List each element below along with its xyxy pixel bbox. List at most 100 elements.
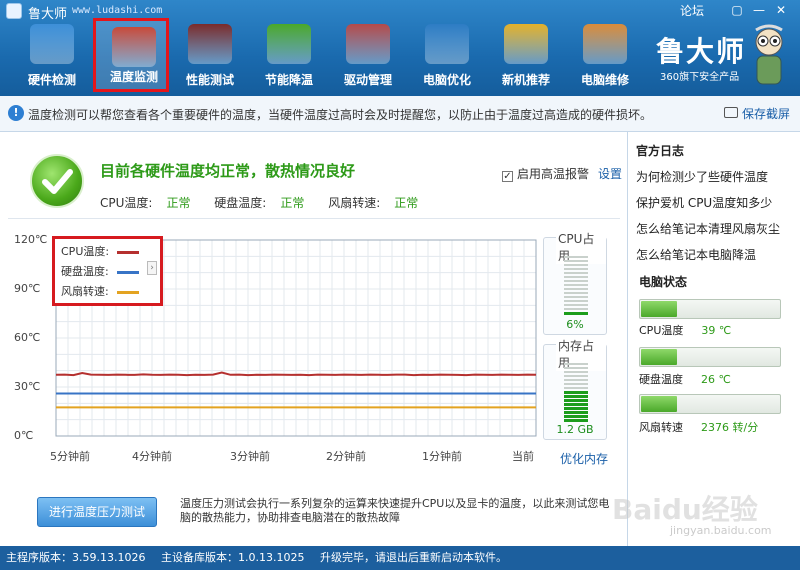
gauge-segment	[564, 407, 588, 410]
skin-icon[interactable]: ▢	[730, 3, 744, 17]
camera-icon[interactable]	[724, 107, 738, 118]
blog-link[interactable]: 保护爱机 CPU温度知多少	[636, 194, 772, 211]
y-tick-label: 30℃	[14, 380, 41, 393]
optimize-memory-link[interactable]: 优化内存	[560, 450, 608, 467]
y-tick-label: 120℃	[14, 233, 48, 246]
gauge-segment	[564, 375, 588, 377]
nav-item-label: 电脑维修	[580, 73, 629, 87]
gauge-segment	[564, 371, 588, 373]
memory-usage-gauge: 内存占用 1.2 GB	[543, 337, 607, 440]
gauge-segment	[564, 292, 588, 294]
y-tick-label: 60℃	[14, 331, 41, 344]
pc-status-title: 电脑状态	[639, 275, 688, 289]
fan-speed-bar	[639, 394, 781, 414]
chart-legend: CPU温度: 硬盘温度: 风扇转速: ›	[52, 236, 163, 306]
nav-item-label: 性能测试	[185, 73, 234, 87]
fan-speed-label: 风扇转速	[639, 421, 683, 434]
gauge-segment	[564, 387, 588, 389]
nav-item[interactable]: 温度监测	[93, 18, 169, 92]
legend-collapse-icon[interactable]: ›	[147, 261, 157, 275]
nav-item-label: 驱动管理	[343, 73, 392, 87]
cpu-temp-fill	[641, 301, 677, 317]
update-message: 升级完毕，请退出后重新启动本软件。	[319, 551, 507, 564]
speedometer-icon	[188, 24, 232, 64]
disk-temp-label: 硬盘温度	[639, 373, 683, 386]
disk-temp-row: 硬盘温度 26 ℃	[639, 371, 731, 387]
gauge-segment	[564, 379, 588, 381]
x-tick-label: 当前	[512, 450, 534, 463]
info-icon: !	[8, 105, 24, 121]
fan-speed-fill	[641, 396, 677, 412]
nav-item[interactable]: 驱动管理	[330, 18, 406, 92]
blog-title: 官方日志	[636, 144, 685, 158]
legend-fan-line	[117, 291, 139, 294]
brand-subtitle: 360旗下安全产品	[660, 72, 740, 83]
gauge-segment	[564, 391, 588, 394]
watermark-logo: Baidu经验	[612, 493, 758, 526]
nav-item[interactable]: 新机推荐	[488, 18, 564, 92]
nav-item-label: 新机推荐	[501, 73, 550, 87]
nav-item[interactable]: 电脑维修	[567, 18, 643, 92]
forum-link[interactable]: 论坛	[680, 2, 704, 19]
alarm-label: 启用高温报警	[517, 167, 590, 181]
nav-item-label: 电脑优化	[422, 73, 471, 87]
settings-link[interactable]: 设置	[598, 165, 622, 182]
nav-item[interactable]: 电脑优化	[409, 18, 485, 92]
blog-link[interactable]: 为何检测少了些硬件温度	[636, 168, 768, 185]
db-version: 主设备库版本：1.0.13.1025	[160, 551, 305, 564]
gauge-segment	[564, 268, 588, 270]
cpu-status-label: CPU温度:	[100, 196, 153, 210]
sidebar: 官方日志 为何检测少了些硬件温度 保护爱机 CPU温度知多少 怎么给笔记本清理风…	[629, 132, 800, 546]
monitor-magnifier-icon	[30, 24, 74, 64]
disk-temp-fill	[641, 349, 677, 365]
gauge-segment	[564, 419, 588, 422]
alarm-checkbox[interactable]: ✓	[502, 171, 513, 182]
clover-icon	[267, 24, 311, 64]
checkmark-icon	[30, 154, 84, 208]
close-icon[interactable]: ✕	[774, 3, 788, 17]
watermark-url: jingyan.baidu.com	[670, 524, 772, 537]
gauge-segment	[564, 399, 588, 402]
gauge-segment	[564, 272, 588, 274]
info-text: 温度检测可以帮您查看各个重要硬件的温度，当硬件温度过高时会及时提醒您，以防止由于…	[28, 108, 653, 122]
gauge-segment	[564, 300, 588, 302]
house-icon	[583, 24, 627, 64]
stress-test-description: 温度压力测试会执行一系列复杂的运算来快速提升CPU以及显卡的温度，以此来测试您电…	[180, 497, 610, 524]
x-tick-label: 3分钟前	[230, 450, 270, 463]
disk-temp-value: 26 ℃	[701, 373, 731, 386]
gauge-segment	[564, 284, 588, 286]
status-row: CPU温度: 正常 硬盘温度: 正常 风扇转速: 正常	[100, 194, 438, 211]
blog-link[interactable]: 怎么给笔记本清理风扇灰尘	[636, 220, 780, 237]
nav-item[interactable]: 节能降温	[251, 18, 327, 92]
thermometer-icon	[112, 27, 156, 67]
x-tick-label: 5分钟前	[50, 450, 90, 463]
app-url: www.ludashi.com	[72, 5, 163, 16]
gauge-segment	[564, 288, 588, 290]
legend-disk-line	[117, 271, 139, 274]
gauge-segment	[564, 383, 588, 385]
blog-link[interactable]: 怎么给笔记本电脑降温	[636, 246, 756, 263]
nav-item[interactable]: 性能测试	[172, 18, 248, 92]
save-screenshot-link[interactable]: 保存截屏	[742, 105, 790, 122]
gauge-segment	[564, 411, 588, 414]
nav-item-label: 温度监测	[109, 70, 158, 84]
fan-status-value: 正常	[394, 196, 419, 210]
status-bar: 主程序版本：3.59.13.1026 主设备库版本：1.0.13.1025 升级…	[0, 546, 800, 570]
stress-test-button[interactable]: 进行温度压力测试	[37, 497, 157, 527]
gauge-segment	[564, 264, 588, 266]
divider	[8, 218, 620, 219]
gauge-segment	[564, 308, 588, 310]
cpu-temp-bar	[639, 299, 781, 319]
legend-cpu-label: CPU温度:	[61, 245, 110, 258]
minimize-icon[interactable]: —	[752, 3, 766, 17]
legend-fan-label: 风扇转速:	[61, 285, 109, 298]
nav-item[interactable]: 硬件检测	[14, 18, 90, 92]
fan-status-label: 风扇转速:	[328, 196, 381, 210]
high-temp-alarm[interactable]: ✓ 启用高温报警	[502, 165, 589, 182]
gauge-segment	[564, 276, 588, 278]
cpu-temp-value: 39 ℃	[701, 324, 732, 337]
brand: 鲁大师 360旗下安全产品	[656, 30, 746, 83]
disk-temp-bar	[639, 347, 781, 367]
temperature-panel: 目前各硬件温度均正常，散热情况良好 CPU温度: 正常 硬盘温度: 正常 风扇转速:…	[0, 132, 628, 546]
gauge-segment	[564, 403, 588, 406]
